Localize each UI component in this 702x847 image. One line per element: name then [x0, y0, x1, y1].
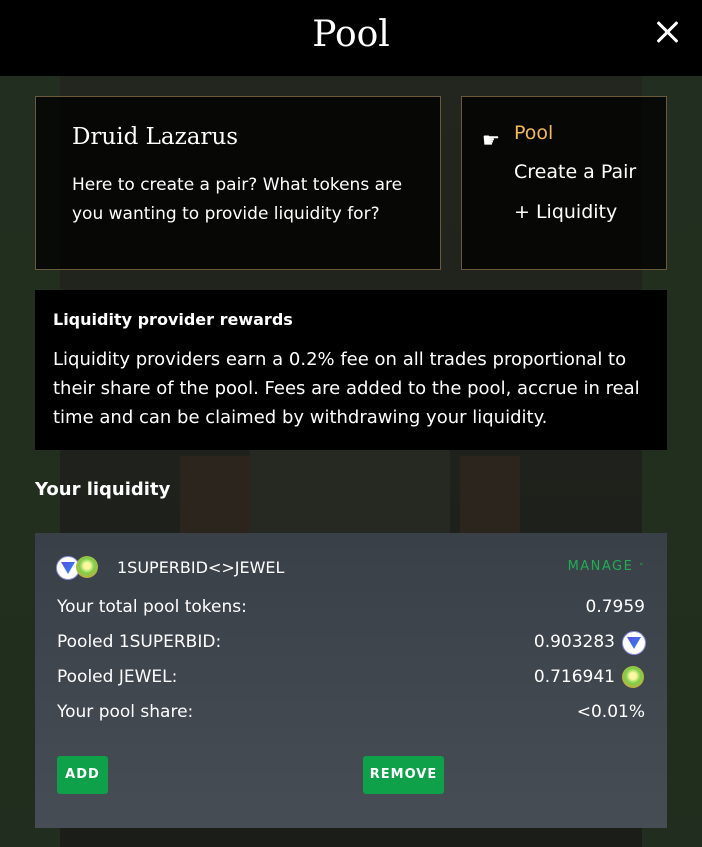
add-button[interactable]: ADD [57, 756, 108, 794]
jewel-token-icon [622, 666, 644, 688]
pair-name: 1SUPERBID<>JEWEL [117, 558, 285, 577]
menu-item-add-liquidity[interactable]: + Liquidity [514, 201, 617, 223]
pooled-jewel-value: 0.716941 [533, 667, 615, 687]
total-pool-tokens-label: Your total pool tokens: [57, 597, 247, 617]
manage-button[interactable]: MANAGE ˄ [568, 559, 645, 574]
modal-header: Pool [0, 0, 702, 76]
total-pool-tokens-value: 0.7959 [585, 597, 645, 617]
pool-menu: ☛ Pool Create a Pair + Liquidity [461, 96, 667, 270]
jewel-token-icon [76, 556, 98, 578]
pair-icons [56, 556, 104, 580]
menu-item-create-pair[interactable]: Create a Pair [514, 161, 636, 183]
npc-message: Here to create a pair? What tokens are y… [72, 175, 403, 224]
pooled-jewel-label: Pooled JEWEL: [57, 667, 178, 687]
page-title: Pool [312, 14, 390, 55]
superbid-token-icon [622, 631, 646, 655]
chevron-up-icon: ˄ [639, 563, 645, 573]
npc-dialog: Druid Lazarus Here to create a pair? Wha… [35, 96, 441, 270]
rewards-info: Liquidity provider rewards Liquidity pro… [35, 290, 667, 450]
manage-label: MANAGE [567, 559, 634, 574]
rewards-title: Liquidity provider rewards [53, 310, 293, 329]
menu-item-pool[interactable]: Pool [514, 122, 553, 144]
pointing-hand-icon: ☛ [482, 128, 500, 152]
pool-share-value: <0.01% [576, 702, 645, 722]
pooled-superbid-label: Pooled 1SUPERBID: [57, 632, 222, 652]
your-liquidity-heading: Your liquidity [35, 479, 171, 500]
pool-share-label: Your pool share: [57, 702, 194, 722]
liquidity-position-card: 1SUPERBID<>JEWEL MANAGE ˄ Your total poo… [35, 533, 667, 828]
remove-button[interactable]: REMOVE [363, 756, 444, 794]
npc-name: Druid Lazarus [72, 124, 239, 150]
pooled-superbid-value: 0.903283 [533, 632, 615, 652]
rewards-text: Liquidity providers earn a 0.2% fee on a… [53, 349, 640, 428]
close-icon[interactable] [654, 18, 682, 46]
